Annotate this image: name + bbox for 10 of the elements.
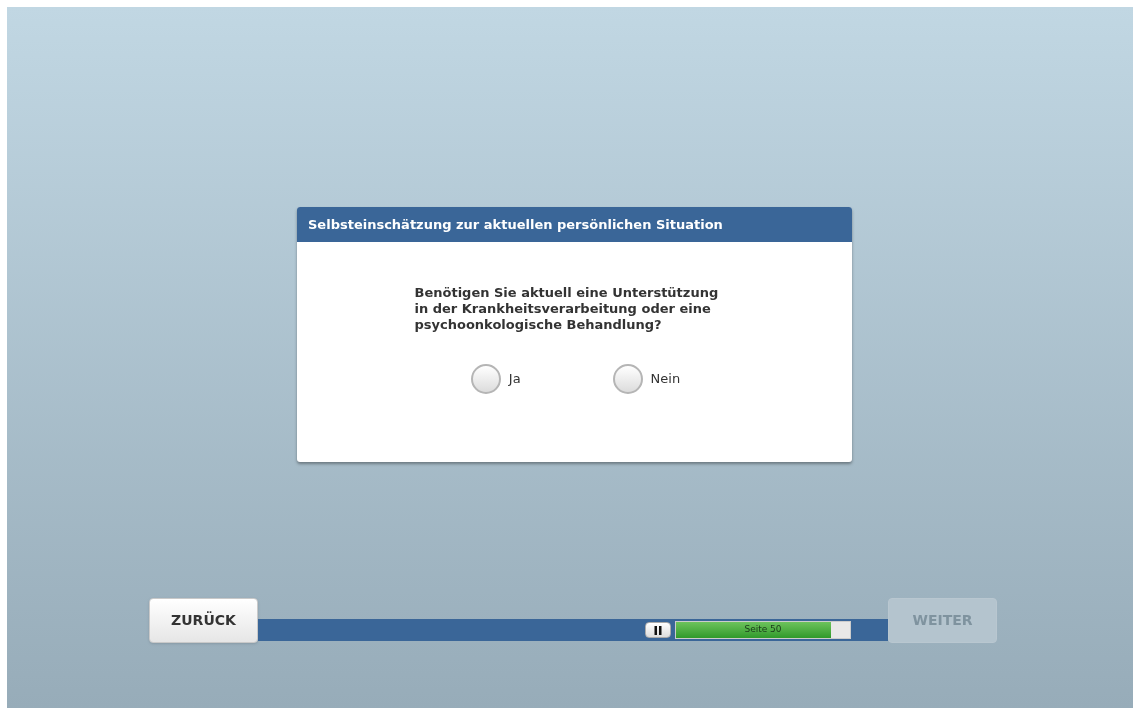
dialog-title: Selbsteinschätzung zur aktuellen persönlichen Situation: [308, 215, 723, 234]
radio-option[interactable]: Ja: [470, 364, 521, 394]
radio-option[interactable]: Nein: [612, 364, 681, 394]
pause-icon: [654, 625, 662, 635]
question-text: Benötigen Sie aktuell eine Unterstützung in der Krankheitsverarbeitung oder eine psychoonkologische Behandlung?: [414, 285, 720, 333]
pause-button[interactable]: [645, 622, 671, 638]
radio-button[interactable]: [470, 364, 501, 394]
back-button[interactable]: ZURÜCK: [149, 598, 258, 643]
progress-label: Seite 50: [743, 623, 783, 637]
radio-button[interactable]: [612, 364, 643, 394]
